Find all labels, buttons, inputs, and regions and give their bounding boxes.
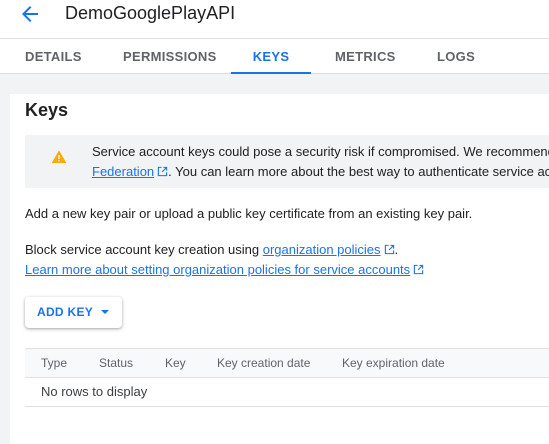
column-header-key-expiration-date[interactable]: Key expiration date: [342, 356, 445, 370]
learn-more-link[interactable]: Learn more about setting organization po…: [25, 262, 410, 277]
warning-icon: [51, 150, 67, 163]
column-header-key-creation-date[interactable]: Key creation date: [217, 356, 310, 370]
learn-more-line: Learn more about setting organization po…: [25, 260, 424, 280]
page-header: DemoGooglePlayAPI: [0, 0, 549, 38]
keys-table: Type Status Key Key creation date Key ex…: [25, 348, 549, 407]
warning-line-2: Federation . You can learn more about the…: [92, 162, 549, 182]
organization-policies-link[interactable]: organization policies: [263, 242, 381, 257]
chevron-down-icon: [101, 310, 109, 314]
table-body: No rows to display: [25, 378, 549, 407]
warning-line-1: Service account keys could pose a securi…: [92, 144, 549, 159]
tab-metrics[interactable]: METRICS: [335, 39, 396, 74]
block-creation-text: Block service account key creation using…: [25, 240, 398, 260]
block-creation-period: .: [394, 242, 399, 257]
keys-intro-text: Add a new key pair or upload a public ke…: [25, 206, 473, 221]
block-creation-label: Block service account key creation using: [25, 242, 263, 257]
column-header-status[interactable]: Status: [99, 356, 133, 370]
empty-table-message: No rows to display: [41, 384, 148, 399]
external-link-icon: [384, 244, 394, 255]
column-header-type[interactable]: Type: [41, 356, 67, 370]
warning-text: Service account keys could pose a securi…: [92, 142, 549, 182]
table-header: Type Status Key Key creation date Key ex…: [25, 348, 549, 378]
add-key-button[interactable]: ADD KEY: [25, 297, 122, 328]
warning-banner: Service account keys could pose a securi…: [25, 135, 549, 188]
keys-heading: Keys: [25, 100, 69, 120]
tab-keys[interactable]: KEYS: [231, 39, 311, 75]
federation-link[interactable]: Federation: [92, 164, 154, 179]
tab-permissions[interactable]: PERMISSIONS: [123, 39, 217, 74]
tab-bar: DETAILS PERMISSIONS KEYS METRICS LOGS: [0, 38, 549, 75]
column-header-key[interactable]: Key: [165, 356, 186, 370]
tab-details[interactable]: DETAILS: [25, 39, 82, 74]
external-link-icon: [157, 166, 168, 177]
add-key-label: ADD KEY: [37, 305, 94, 319]
arrow-back-icon[interactable]: [18, 2, 42, 26]
external-link-icon: [413, 264, 424, 275]
page-title: DemoGooglePlayAPI: [65, 3, 236, 23]
tab-logs[interactable]: LOGS: [437, 39, 475, 74]
warning-line-2-text: . You can learn more about the best way …: [168, 164, 549, 179]
